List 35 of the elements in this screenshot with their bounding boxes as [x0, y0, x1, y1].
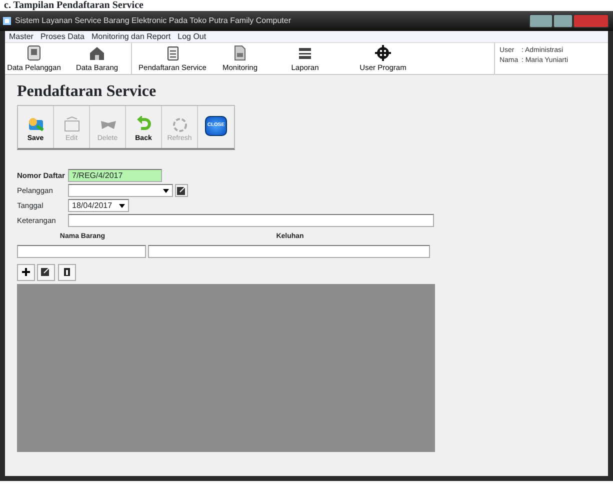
edit-button[interactable] — [37, 264, 56, 280]
dropdown-arrow-icon — [119, 204, 125, 208]
text-field[interactable] — [148, 244, 430, 258]
back-arrow-icon — [134, 116, 152, 132]
date-value: 18/04/2017 — [72, 200, 112, 212]
refresh-icon — [170, 116, 188, 132]
window-title: Sistem Layanan Service Barang Elektronic Pada Toko Putra Family Computer — [15, 15, 291, 27]
list-icon — [297, 45, 313, 61]
menu-item[interactable]: Log Out — [178, 30, 206, 42]
menu-item[interactable]: Proses Data — [40, 30, 84, 42]
add-button[interactable] — [17, 264, 35, 280]
document-heading: c. Tampilan Pendaftaran Service — [3, 0, 144, 11]
edit-button[interactable] — [175, 184, 188, 197]
text-field[interactable] — [68, 214, 434, 227]
menu-item[interactable]: Master — [9, 30, 34, 42]
dropdown-field[interactable] — [68, 184, 173, 197]
menu-item[interactable]: Monitoring dan Report — [91, 30, 171, 42]
plus-icon — [21, 267, 31, 277]
app-icon — [3, 17, 11, 25]
clipboard-icon — [164, 45, 180, 61]
edit-icon — [41, 267, 52, 277]
edit-icon — [62, 116, 80, 132]
delete-button[interactable] — [58, 264, 76, 280]
form-title: Pendaftaran Service — [17, 83, 158, 101]
maximize-button[interactable] — [552, 14, 572, 28]
text-field[interactable] — [17, 244, 146, 258]
dropdown-arrow-icon — [163, 188, 169, 192]
save-icon — [26, 116, 44, 132]
close-button[interactable] — [572, 14, 608, 28]
text-field[interactable]: 7/REG/4/2017 — [68, 169, 162, 182]
trash-icon — [62, 267, 72, 277]
minimize-button[interactable] — [528, 14, 552, 28]
date-field[interactable]: 18/04/2017 — [68, 199, 129, 212]
id-card-icon — [26, 45, 42, 61]
edit-icon — [177, 186, 186, 195]
